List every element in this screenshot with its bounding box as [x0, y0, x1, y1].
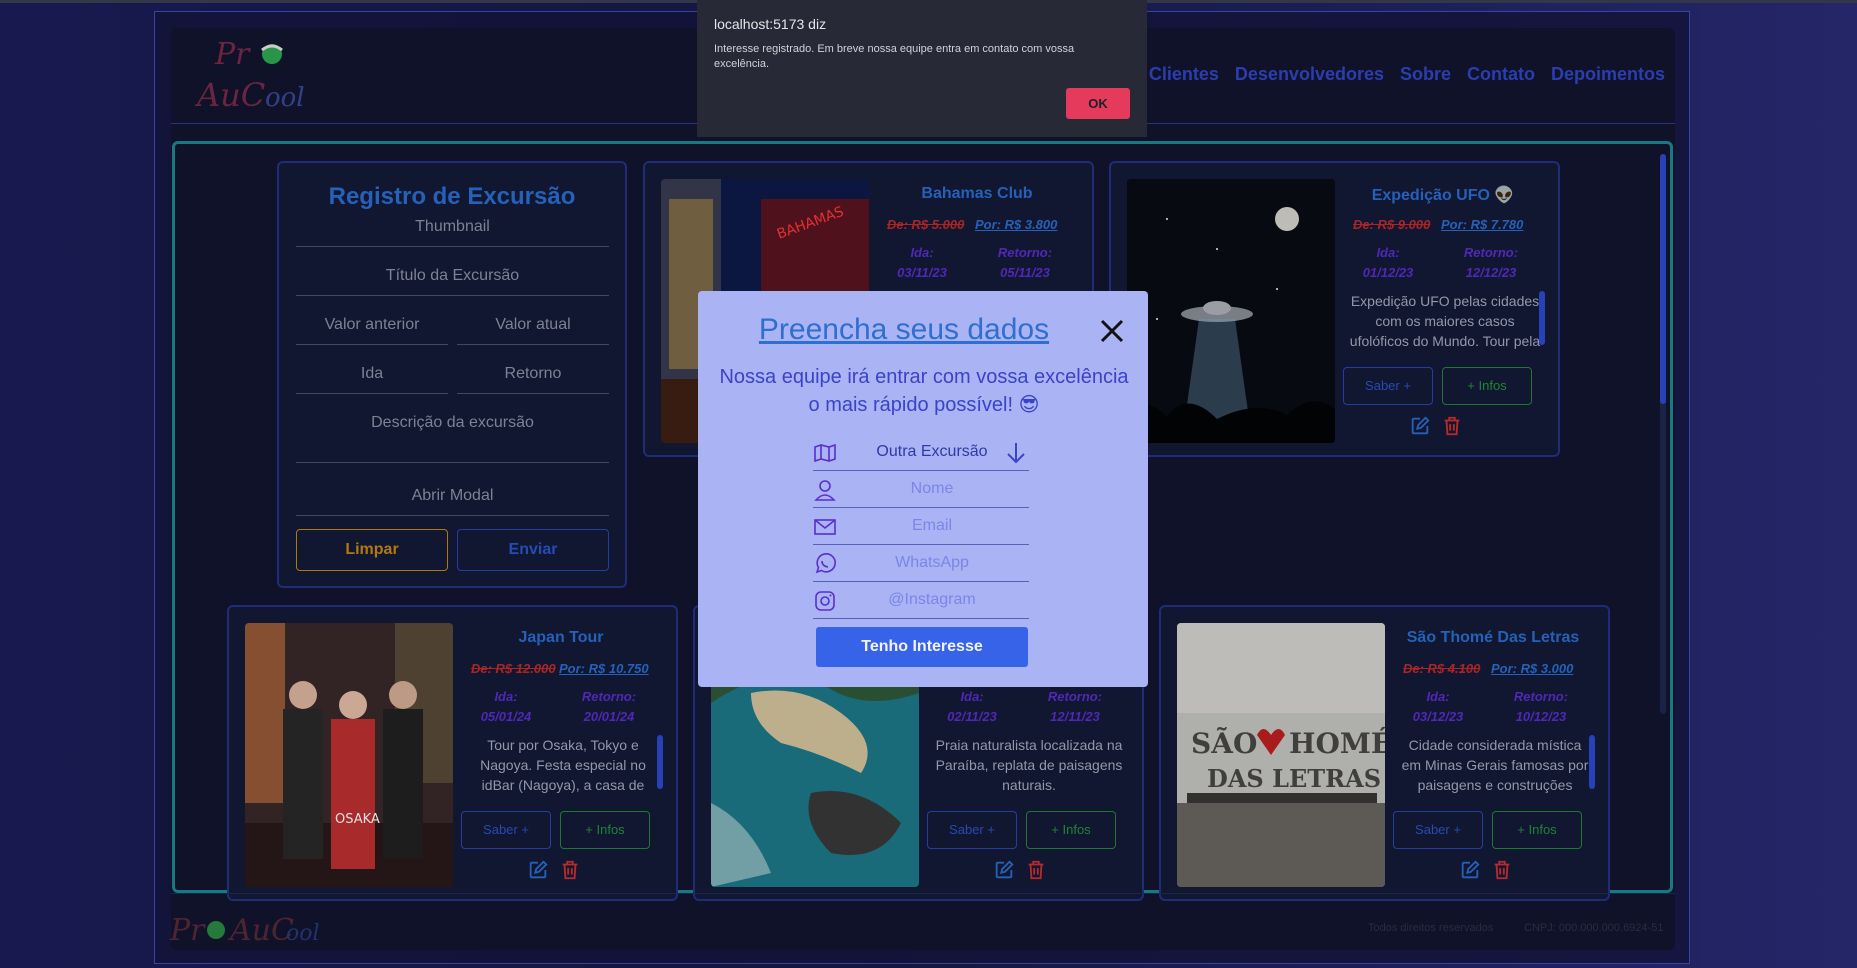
instagram-placeholder: @Instagram [888, 591, 976, 608]
mail-icon [814, 519, 836, 535]
user-icon [814, 480, 836, 501]
instagram-field[interactable]: @Instagram [813, 587, 1029, 619]
close-icon[interactable] [1098, 317, 1126, 345]
alert-title: localhost:5173 diz [714, 16, 827, 32]
whatsapp-field[interactable]: WhatsApp [813, 550, 1029, 582]
modal-subtitle: Nossa equipe irá entrar com vossa excelê… [719, 366, 1129, 416]
excursion-select-value: Outra Excursão [876, 443, 988, 460]
whatsapp-placeholder: WhatsApp [895, 554, 969, 571]
browser-alert-dialog: localhost:5173 diz Interesse registrado.… [697, 0, 1147, 137]
name-placeholder: Nome [910, 480, 954, 497]
name-field[interactable]: Nome [813, 476, 1029, 508]
email-placeholder: Email [911, 517, 952, 534]
modal-title: Preencha seus dados [758, 313, 1050, 346]
instagram-icon [815, 591, 835, 611]
interest-submit-button[interactable]: Tenho Interesse [816, 627, 1028, 667]
whatsapp-icon [815, 553, 836, 574]
alert-message: Interesse registrado. Em breve nossa equ… [714, 43, 1075, 70]
excursion-select[interactable]: Outra Excursão [813, 439, 1029, 471]
interest-modal: Preencha seus dados Nossa equipe irá ent… [698, 291, 1148, 687]
arrow-down-icon [1007, 443, 1025, 464]
alert-ok-button[interactable]: OK [1066, 88, 1130, 119]
map-icon [814, 443, 836, 463]
email-field[interactable]: Email [813, 513, 1029, 545]
